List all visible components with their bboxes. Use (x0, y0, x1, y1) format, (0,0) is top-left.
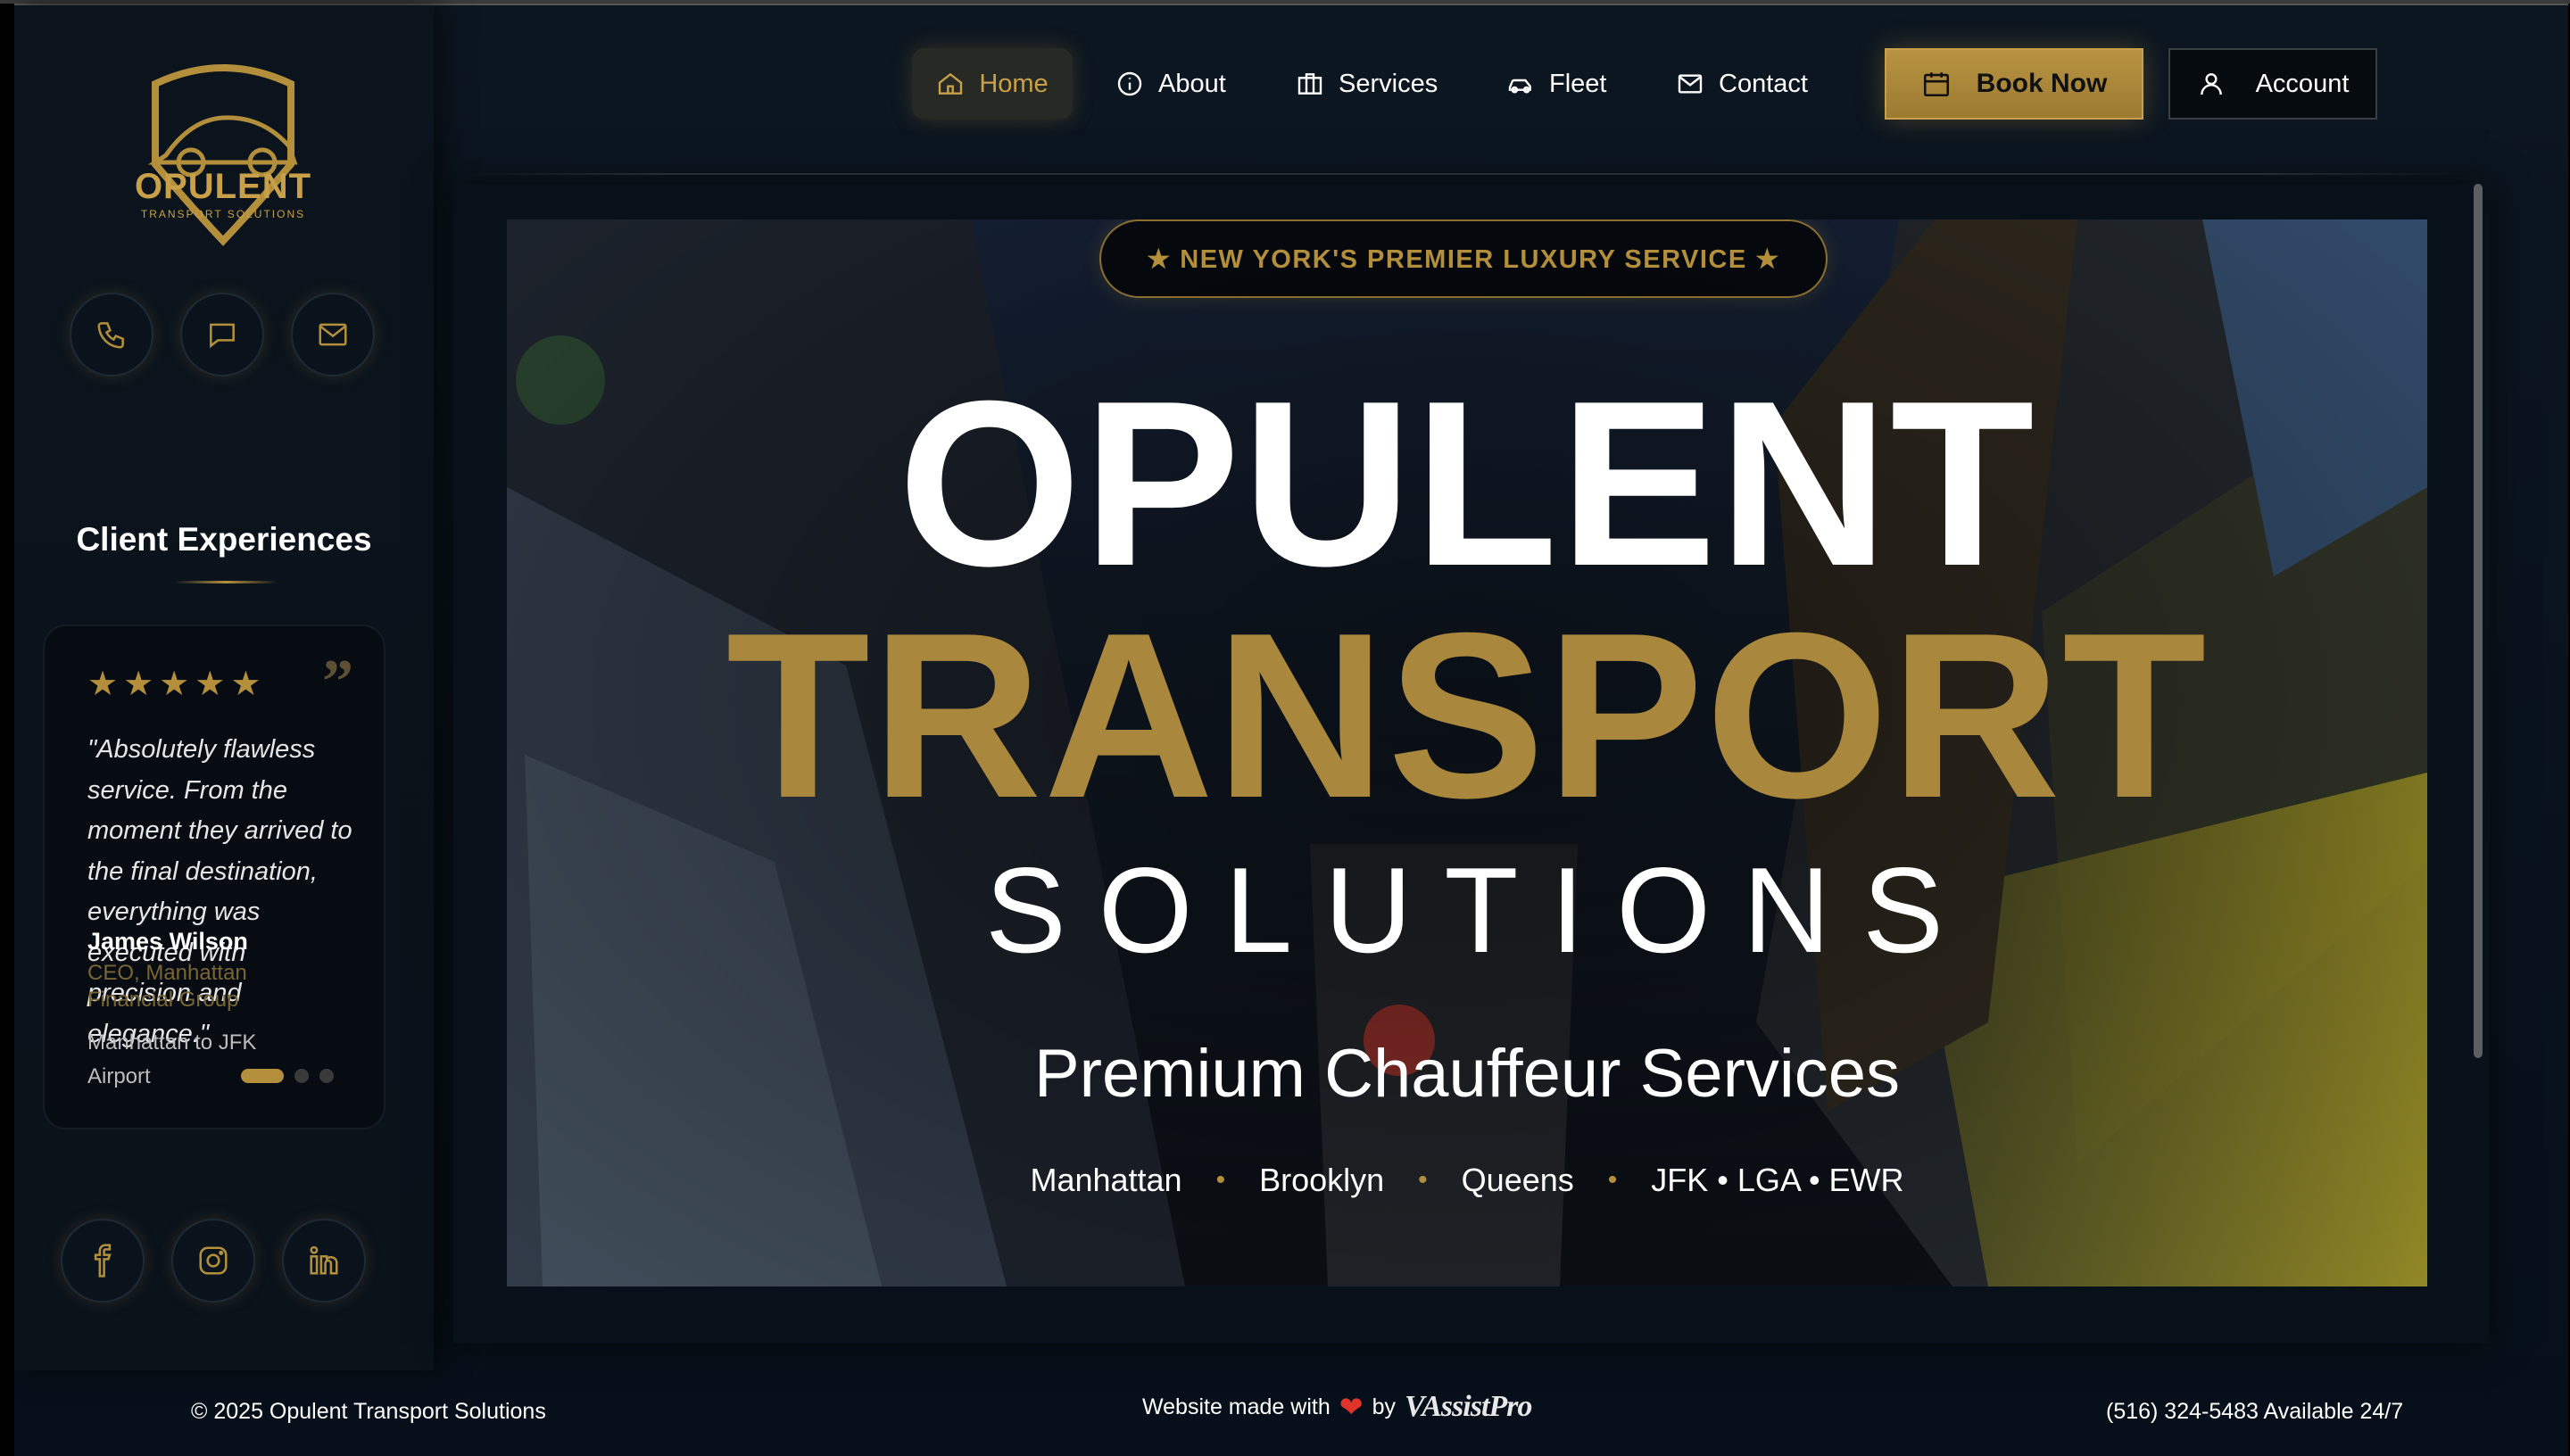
hero-title-line3: SOLUTIONS (985, 842, 1976, 978)
info-icon (1117, 71, 1142, 96)
star-icon: ★ (195, 666, 226, 703)
by-text: by (1372, 1394, 1396, 1419)
book-now-label: Book Now (1976, 69, 2108, 98)
footer-credit: Website made with ❤ by VAssistPro (1142, 1390, 1532, 1424)
area-separator: • (1215, 1165, 1226, 1195)
instagram-link[interactable] (171, 1219, 255, 1303)
area-manhattan: Manhattan (1030, 1162, 1182, 1198)
account-button[interactable]: Account (2168, 48, 2377, 120)
service-areas: Manhattan • Brooklyn • Queens • JFK • LG… (507, 1162, 2427, 1199)
area-separator: • (1418, 1165, 1428, 1195)
hero-section: ★ NEW YORK'S PREMIER LUXURY SERVICE ★ OP… (507, 219, 2427, 1286)
linkedin-icon (310, 1245, 338, 1275)
email-button[interactable] (291, 293, 375, 376)
footer-phone[interactable]: (516) 324-5483 Available 24/7 (2106, 1399, 2403, 1425)
car-icon (1508, 79, 1531, 94)
mail-icon (1678, 74, 1703, 94)
briefcase-icon (1297, 73, 1322, 95)
facebook-link[interactable] (61, 1219, 145, 1303)
account-label: Account (2255, 69, 2350, 98)
logo-wordmark: OPULENT (135, 167, 311, 206)
phone-icon (97, 322, 124, 349)
page-scrollbar[interactable] (2474, 184, 2483, 1058)
nav-divider (464, 173, 2463, 175)
nav-fleet-label: Fleet (1549, 69, 1607, 98)
star-icon: ★ (230, 666, 261, 703)
area-separator: • (1607, 1165, 1618, 1195)
star-icon: ★ (123, 666, 154, 703)
nav-services[interactable]: Services (1296, 48, 1438, 120)
book-now-button[interactable]: Book Now (1885, 48, 2143, 120)
area-airports: JFK • LGA • EWR (1651, 1162, 1904, 1198)
quote-icon: ” (322, 648, 353, 716)
logo-tagline: TRANSPORT SOLUTIONS (141, 208, 305, 220)
facebook-icon (94, 1244, 112, 1278)
nav-contact[interactable]: Contact (1676, 48, 1808, 120)
instagram-icon (199, 1246, 228, 1275)
nav-about[interactable]: About (1115, 48, 1226, 120)
nav-contact-label: Contact (1719, 69, 1808, 98)
carousel-dot[interactable] (319, 1069, 334, 1083)
mail-icon (319, 323, 347, 346)
hero-badge: ★ NEW YORK'S PREMIER LUXURY SERVICE ★ (1099, 219, 1828, 298)
star-icon: ★ (87, 666, 119, 703)
sidebar: OPULENT TRANSPORT SOLUTIONS Client Exper… (14, 5, 434, 1370)
testimonial-author: James Wilson (87, 928, 248, 955)
chat-icon (210, 323, 235, 349)
calendar-icon (1923, 72, 1949, 97)
home-icon (939, 72, 963, 95)
top-navigation: Home About Services Fleet Contact Book N… (0, 0, 2570, 175)
hero-subtitle: Premium Chauffeur Services (1033, 1036, 1901, 1112)
user-icon (2200, 73, 2222, 95)
vassistpro-logo[interactable]: VAssistPro (1405, 1390, 1532, 1424)
heading-underline (175, 581, 278, 583)
heart-icon: ❤ (1339, 1391, 1364, 1423)
nav-home[interactable]: Home (912, 48, 1073, 120)
nav-home-label: Home (979, 69, 1049, 98)
linkedin-link[interactable] (282, 1219, 366, 1303)
area-queens: Queens (1461, 1162, 1574, 1198)
nav-fleet[interactable]: Fleet (1506, 48, 1606, 120)
testimonial-card: ★ ★ ★ ★ ★ ” "Absolutely flawless service. Fr… (43, 625, 386, 1129)
footer-copyright: © 2025 Opulent Transport Solutions (191, 1399, 546, 1424)
chat-button[interactable] (180, 293, 264, 376)
rating-stars: ★ ★ ★ ★ ★ (87, 667, 261, 701)
hero-title-line2: TRANSPORT (725, 583, 2209, 847)
made-with-text: Website made with (1142, 1394, 1331, 1419)
nav-about-label: About (1158, 69, 1226, 98)
testimonial-route: Manhattan to JFK Airport (87, 1030, 257, 1088)
phone-button[interactable] (70, 293, 153, 376)
hero-title-line1: OPULENT (898, 352, 2036, 615)
testimonials-heading: Client Experiences (76, 521, 372, 558)
testimonial-role: CEO, Manhattan Financial Group (87, 961, 247, 1012)
star-icon: ★ (159, 666, 190, 703)
carousel-dot[interactable] (241, 1069, 284, 1083)
carousel-dot[interactable] (294, 1069, 309, 1083)
nav-services-label: Services (1339, 69, 1438, 98)
carousel-dots (241, 1069, 334, 1083)
area-brooklyn: Brooklyn (1259, 1162, 1385, 1198)
